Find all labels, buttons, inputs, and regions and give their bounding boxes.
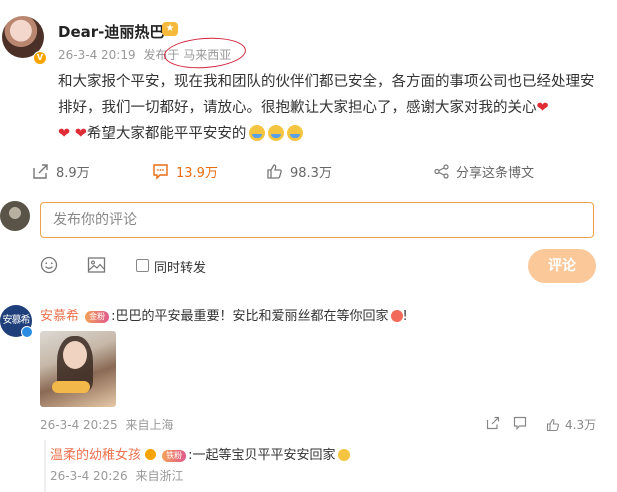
like-button[interactable]: 98.3万 <box>266 160 332 182</box>
comment-meta: 26-3-4 20:25 来自上海 <box>40 416 173 433</box>
also-forward-label[interactable]: 同时转发 <box>154 257 206 276</box>
image-upload-button[interactable] <box>87 256 106 278</box>
comment-icon <box>153 163 168 180</box>
reply-meta: 26-3-4 20:26 来自浙江 <box>50 467 183 484</box>
comment-icon <box>513 416 527 430</box>
comment-timestamp: 26-3-4 20:25 <box>40 418 118 432</box>
verified-icon: V <box>33 51 47 65</box>
thumbs-up-icon <box>267 163 282 179</box>
share-button[interactable]: 8.9万 <box>32 160 90 182</box>
comment-like-count: 4.3万 <box>565 418 597 432</box>
submit-comment-button[interactable]: 评论 <box>528 249 596 283</box>
comment-like-button[interactable]: 4.3万 <box>546 416 596 433</box>
heart-icon: ❤ <box>74 126 87 142</box>
share-icon <box>33 163 48 179</box>
comment-location: 来自上海 <box>125 418 174 432</box>
hug-emoji-icon <box>287 125 304 141</box>
commenter-name[interactable]: 安慕希 <box>40 309 79 324</box>
comment-text-end: ! <box>402 309 408 324</box>
comment-reply-button[interactable] <box>513 416 527 430</box>
comment-line: 安慕希 金粉:巴巴的平安最重要！安比和爱丽丝都在等你回家! <box>40 305 408 324</box>
my-avatar[interactable] <box>0 201 30 231</box>
annotation-circle <box>163 35 247 71</box>
verified-icon <box>145 449 157 460</box>
also-forward-checkbox[interactable] <box>136 259 149 272</box>
comment-text: :巴巴的平安最重要！安比和爱丽丝都在等你回家 <box>111 309 389 324</box>
forward-share-icon <box>434 163 449 179</box>
heart-icon: ❤ <box>58 126 71 142</box>
comment-forward-button[interactable] <box>486 416 500 430</box>
like-count: 98.3万 <box>290 165 332 181</box>
comment-input[interactable] <box>40 202 594 238</box>
comment-count: 13.9万 <box>176 165 218 181</box>
reply-line: 温柔的幼稚女孩 铁粉:一起等宝贝平平安安回家 <box>50 444 350 463</box>
comment-image-hands <box>52 381 90 393</box>
iron-fan-badge[interactable]: 铁粉 <box>162 450 187 462</box>
image-icon <box>87 257 106 273</box>
post-text: 和大家报个平安，现在我和团队的伙伴们都已安全，各方面的事项公司也已经处理安排好，… <box>58 69 608 147</box>
blue-verified-icon <box>21 326 33 338</box>
share-icon <box>486 416 500 430</box>
thumbs-up-icon <box>546 418 560 431</box>
comment-button[interactable]: 13.9万 <box>152 160 218 182</box>
reply-user-name[interactable]: 温柔的幼稚女孩 <box>50 448 141 463</box>
reply-location: 来自浙江 <box>135 469 184 483</box>
hug-emoji-icon <box>268 125 285 141</box>
heart-icon: ❤ <box>536 100 549 116</box>
share-count: 8.9万 <box>56 165 90 181</box>
gold-fan-badge[interactable]: 金粉 <box>85 311 110 323</box>
author-name[interactable]: Dear-迪丽热巴 <box>58 21 164 42</box>
hug-emoji-icon <box>249 125 266 141</box>
post-text-tail: 希望大家都能平平安安的 <box>86 126 247 142</box>
comment-image-face <box>63 341 87 369</box>
reply-timestamp: 26-3-4 20:26 <box>50 469 128 483</box>
kiss-emoji-icon <box>390 310 403 322</box>
forward-label: 分享这条博文 <box>456 165 535 181</box>
post-text-main: 和大家报个平安，现在我和团队的伙伴们都已安全，各方面的事项公司也已经处理安排好，… <box>58 74 595 116</box>
forward-button[interactable]: 分享这条博文 <box>434 160 534 182</box>
post-timestamp[interactable]: 26-3-4 20:19 <box>58 48 136 62</box>
reply-text: :一起等宝贝平平安安回家 <box>188 448 336 463</box>
crying-emoji-icon <box>337 449 350 461</box>
fan-badge-icon[interactable]: ★ <box>162 22 178 36</box>
emoji-button[interactable] <box>40 256 58 278</box>
smiley-icon <box>40 256 58 274</box>
